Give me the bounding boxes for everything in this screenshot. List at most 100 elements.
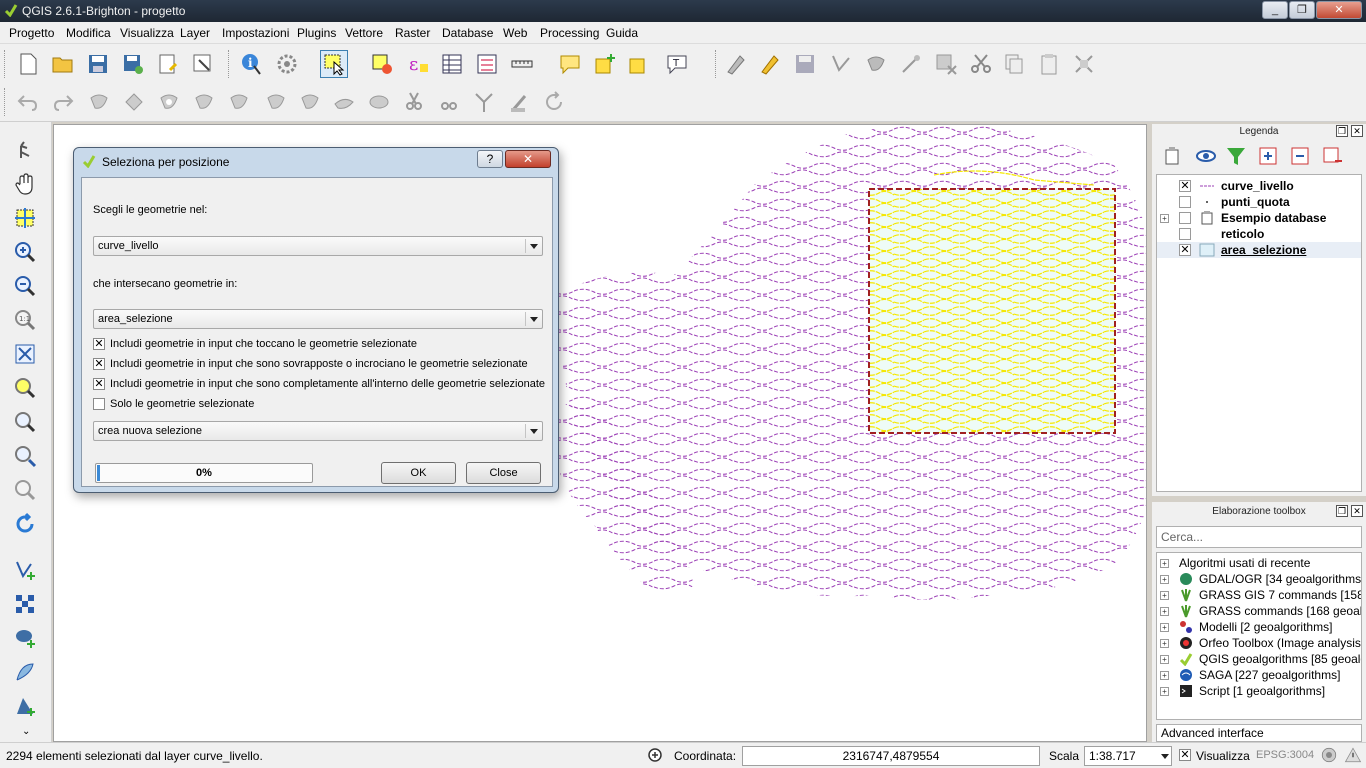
identify-features-icon[interactable]: i: [238, 50, 266, 78]
zoom-next-icon[interactable]: [11, 476, 39, 504]
expand-icon[interactable]: +: [1160, 559, 1169, 568]
crs-label[interactable]: EPSG:3004: [1256, 749, 1314, 761]
save-project-icon[interactable]: [84, 50, 112, 78]
dialog-help-button[interactable]: ?: [477, 150, 503, 168]
processing-tree[interactable]: + Algoritmi usati di recente + GDAL/OGR …: [1156, 552, 1362, 720]
expand-icon[interactable]: +: [1160, 687, 1169, 696]
layer-row-esempio-database[interactable]: + Esempio database: [1157, 210, 1361, 226]
processing-search-input[interactable]: Cerca...: [1156, 526, 1362, 548]
menu-modifica[interactable]: Modifica: [66, 26, 111, 40]
zoom-to-selection-icon[interactable]: [11, 374, 39, 402]
expand-icon[interactable]: +: [1160, 671, 1169, 680]
offset-curve-icon[interactable]: [365, 88, 393, 116]
option-selected-only-checkbox[interactable]: [93, 398, 105, 410]
remove-layer-icon[interactable]: [1318, 142, 1346, 170]
digitizing-options-icon[interactable]: [1070, 50, 1098, 78]
layer-visibility-checkbox[interactable]: ✕: [1179, 244, 1191, 256]
copy-features-icon[interactable]: [1000, 50, 1028, 78]
text-annotation-icon[interactable]: T: [663, 50, 691, 78]
expand-icon[interactable]: +: [1160, 639, 1169, 648]
toggle-editing-icon[interactable]: [756, 50, 784, 78]
layer-row-reticolo[interactable]: reticolo: [1157, 226, 1361, 242]
add-ring-icon[interactable]: [155, 88, 183, 116]
split-parts-icon[interactable]: [435, 88, 463, 116]
map-tips-icon[interactable]: [556, 50, 584, 78]
attribute-table-icon[interactable]: [438, 50, 466, 78]
add-postgis-layer-icon[interactable]: [11, 624, 39, 652]
option-touch-checkbox[interactable]: ✕: [93, 338, 105, 350]
option-within[interactable]: ✕ Includi geometrie in input che sono co…: [93, 377, 549, 393]
reshape-features-icon[interactable]: [330, 88, 358, 116]
select-by-expression-icon[interactable]: ε: [404, 50, 432, 78]
tree-item-gdal[interactable]: + GDAL/OGR [34 geoalgorithms]: [1157, 571, 1361, 587]
touch-zoom-pan-icon[interactable]: [11, 136, 39, 164]
expand-icon[interactable]: +: [1160, 591, 1169, 600]
option-selected-only[interactable]: Solo le geometrie selezionate: [93, 397, 549, 413]
delete-part-icon[interactable]: [296, 88, 324, 116]
tree-item-orfeo[interactable]: + Orfeo Toolbox (Image analysis)...: [1157, 635, 1361, 651]
ok-button[interactable]: OK: [381, 462, 456, 484]
node-tool-icon[interactable]: [897, 50, 925, 78]
interface-mode-select[interactable]: Advanced interface: [1156, 724, 1362, 742]
add-wms-layer-icon[interactable]: [11, 692, 39, 720]
refresh-icon[interactable]: [11, 510, 39, 538]
measure-line-icon[interactable]: [508, 50, 536, 78]
float-panel-button[interactable]: ❐: [1336, 505, 1348, 517]
filter-legend-icon[interactable]: [1222, 142, 1250, 170]
zoom-out-icon[interactable]: [11, 272, 39, 300]
zoom-last-icon[interactable]: [11, 442, 39, 470]
toolbar-grip[interactable]: [228, 50, 232, 78]
close-panel-button[interactable]: ✕: [1351, 125, 1363, 137]
fill-ring-icon[interactable]: [225, 88, 253, 116]
delete-selected-icon[interactable]: [932, 50, 960, 78]
intersect-layer-select[interactable]: area_selezione: [93, 309, 543, 329]
tree-item-qgis[interactable]: + QGIS geoalgorithms [85 geoalg...: [1157, 651, 1361, 667]
cut-features-icon[interactable]: [967, 50, 995, 78]
close-panel-button[interactable]: ✕: [1351, 505, 1363, 517]
tree-item-grass7[interactable]: + GRASS GIS 7 commands [158 g...: [1157, 587, 1361, 603]
rotate-feature-icon[interactable]: [85, 88, 113, 116]
current-edits-icon[interactable]: [722, 50, 750, 78]
menu-guida[interactable]: Guida: [606, 26, 638, 40]
add-part-icon[interactable]: [190, 88, 218, 116]
crs-globe-icon[interactable]: [1318, 744, 1340, 766]
layer-row-curve-livello[interactable]: ✕ curve_livello: [1157, 178, 1361, 194]
expand-group-icon[interactable]: +: [1160, 214, 1169, 223]
delete-ring-icon[interactable]: [262, 88, 290, 116]
scale-dropdown-icon[interactable]: [1161, 754, 1169, 759]
expand-icon[interactable]: +: [1160, 607, 1169, 616]
new-bookmark-icon[interactable]: [591, 50, 619, 78]
minimize-button[interactable]: _: [1262, 1, 1288, 19]
add-feature-icon[interactable]: [827, 50, 855, 78]
menu-vettore[interactable]: Vettore: [345, 26, 383, 40]
messages-warning-icon[interactable]: [1342, 744, 1364, 766]
save-as-icon[interactable]: [119, 50, 147, 78]
redo-icon[interactable]: [49, 88, 77, 116]
menu-plugins[interactable]: Plugins: [297, 26, 336, 40]
add-raster-layer-icon[interactable]: [11, 590, 39, 618]
dialog-close-icon[interactable]: ✕: [505, 150, 551, 168]
new-shapefile-layer-icon[interactable]: [11, 556, 39, 584]
source-layer-select[interactable]: curve_livello: [93, 236, 543, 256]
layers-tree[interactable]: ✕ curve_livello punti_quota + Esempio da…: [1156, 174, 1362, 492]
maximize-button[interactable]: ❐: [1289, 1, 1315, 19]
move-feature-icon[interactable]: [862, 50, 890, 78]
tree-item-models[interactable]: + Modelli [2 geoalgorithms]: [1157, 619, 1361, 635]
selection-mode-select[interactable]: crea nuova selezione: [93, 421, 543, 441]
expand-icon[interactable]: +: [1160, 623, 1169, 632]
coordinate-field[interactable]: 2316747,4879554: [742, 746, 1040, 766]
option-touch[interactable]: ✕ Includi geometrie in input che toccano…: [93, 337, 549, 353]
layer-row-punti-quota[interactable]: punti_quota: [1157, 194, 1361, 210]
toolbar-grip[interactable]: [4, 88, 8, 116]
expand-icon[interactable]: +: [1160, 655, 1169, 664]
tree-item-grass[interactable]: + GRASS commands [168 geoalgo...: [1157, 603, 1361, 619]
menu-processing[interactable]: Processing: [540, 26, 599, 40]
pan-to-selection-icon[interactable]: [11, 204, 39, 232]
rotate-label-icon[interactable]: [540, 88, 568, 116]
layer-row-area-selezione[interactable]: ✕ area_selezione: [1157, 242, 1361, 258]
toolbar-grip[interactable]: [4, 50, 8, 78]
expand-icon[interactable]: +: [1160, 575, 1169, 584]
select-features-icon[interactable]: [320, 50, 348, 78]
menu-database[interactable]: Database: [442, 26, 493, 40]
menu-visualizza[interactable]: Visualizza: [120, 26, 174, 40]
